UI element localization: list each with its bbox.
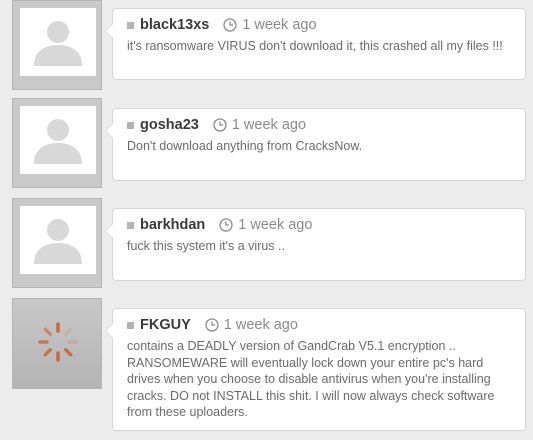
comment-card: gosha23 1 week ago Don't download anythi…	[105, 108, 526, 181]
default-user-avatar-icon	[34, 21, 82, 66]
avatar-frame	[20, 8, 96, 76]
comment-timestamp[interactable]: 1 week ago	[232, 117, 306, 133]
author-bullet	[127, 221, 134, 229]
comment-timestamp[interactable]: 1 week ago	[224, 317, 298, 333]
comment-text: fuck this system it's a virus ..	[127, 239, 285, 253]
author-bullet	[127, 121, 134, 129]
comment-meta: FKGUY 1 week ago	[127, 316, 298, 334]
clock-icon	[219, 218, 233, 232]
comment-author[interactable]: black13xs	[140, 17, 209, 33]
clock-icon	[223, 18, 237, 32]
card-pointer	[105, 323, 113, 339]
loading-spinner-icon	[38, 322, 78, 362]
avatar[interactable]	[12, 98, 102, 188]
card-pointer	[105, 123, 113, 139]
comment-timestamp[interactable]: 1 week ago	[242, 17, 316, 33]
default-user-avatar-icon	[34, 219, 82, 264]
comment-meta: gosha23 1 week ago	[127, 116, 306, 134]
card-pointer	[105, 223, 113, 239]
avatar[interactable]	[12, 0, 102, 90]
avatar[interactable]	[12, 198, 102, 288]
clock-icon	[213, 118, 227, 132]
author-bullet	[127, 21, 134, 29]
comment-meta: black13xs 1 week ago	[127, 16, 317, 34]
comment-card: black13xs 1 week ago it's ransomware VIR…	[105, 8, 526, 80]
comment-card: barkhdan 1 week ago fuck this system it'…	[105, 208, 526, 281]
comment-timestamp[interactable]: 1 week ago	[238, 217, 312, 233]
author-bullet	[127, 321, 134, 329]
comment-text: contains a DEADLY version of GandCrab V5…	[127, 339, 495, 419]
card-pointer	[105, 23, 113, 39]
comment-author[interactable]: barkhdan	[140, 217, 205, 233]
comment-meta: barkhdan 1 week ago	[127, 216, 312, 234]
default-user-avatar-icon	[34, 119, 82, 164]
avatar-frame	[20, 206, 96, 274]
clock-icon	[205, 318, 219, 332]
comment-author[interactable]: FKGUY	[140, 317, 191, 333]
avatar[interactable]	[12, 298, 102, 389]
comment-text: Don't download anything from CracksNow.	[127, 139, 363, 153]
comment-card: FKGUY 1 week ago contains a DEADLY versi…	[105, 308, 526, 431]
avatar-frame	[20, 106, 96, 174]
comment-text: it's ransomware VIRUS don't download it,…	[127, 39, 503, 53]
comment-author[interactable]: gosha23	[140, 117, 199, 133]
